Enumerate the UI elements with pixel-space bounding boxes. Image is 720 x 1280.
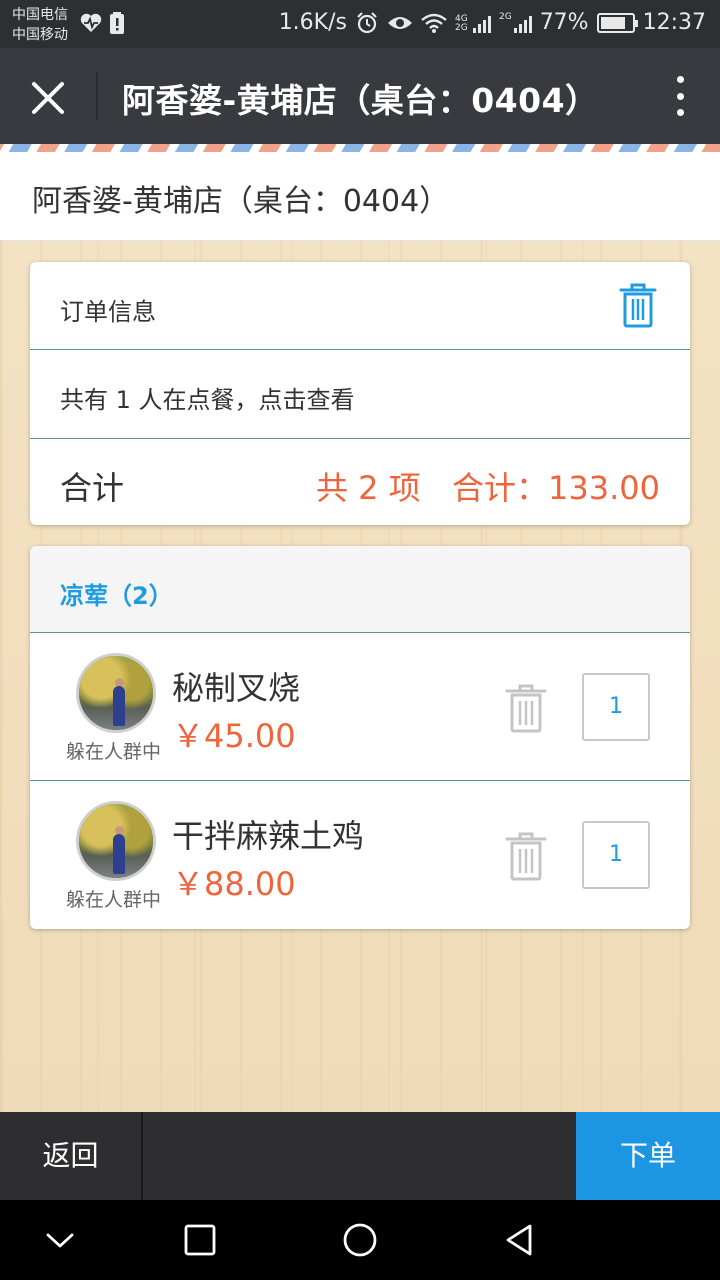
dish-price: ￥88.00 xyxy=(172,865,296,903)
sim-alert-icon xyxy=(110,12,124,34)
eye-icon xyxy=(387,16,412,29)
shop-header: 阿香婆-黄埔店（桌台：0404） xyxy=(0,152,720,241)
carrier-1: 中国电信 xyxy=(12,7,68,23)
orderer-name: 躲在人群中 xyxy=(66,741,162,763)
quantity-input[interactable]: 1 xyxy=(582,821,650,889)
network-type-2: 2G xyxy=(498,11,512,22)
avatar xyxy=(76,801,156,881)
shop-name: 阿香婆-黄埔店（桌台：0404） xyxy=(32,184,450,219)
category-header: 凉荤（2） xyxy=(30,546,690,633)
battery-percent: 77% xyxy=(539,10,589,35)
airmail-stripe xyxy=(0,144,720,152)
back-icon[interactable] xyxy=(500,1220,540,1260)
system-nav-bar xyxy=(0,1200,720,1280)
list-item: 躲在人群中 干拌麻辣土鸡 ￥88.00 1 xyxy=(30,781,690,929)
diners-row[interactable]: 共有 1 人在点餐，点击查看 xyxy=(30,350,690,439)
quantity-input[interactable]: 1 xyxy=(582,673,650,741)
wifi-icon xyxy=(421,13,447,33)
chevron-down-icon[interactable] xyxy=(40,1220,80,1260)
close-icon[interactable] xyxy=(24,74,72,122)
alarm-icon xyxy=(357,11,377,33)
recent-apps-icon[interactable] xyxy=(180,1220,220,1260)
total-row: 合计 共 2 项 合计：133.00 xyxy=(30,439,690,525)
signal-icon-2: 2G xyxy=(498,11,532,33)
page-title: 阿香婆-黄埔店（桌台：0404） xyxy=(122,81,599,120)
dish-name: 干拌麻辣土鸡 xyxy=(172,817,365,855)
carrier-2: 中国移动 xyxy=(12,27,68,43)
category-label: 凉荤（2） xyxy=(60,582,173,610)
home-icon[interactable] xyxy=(340,1220,380,1260)
status-bar: 中国电信 中国移动 1.6K/s 4G 2G 2G 77% 12:37 xyxy=(0,0,720,48)
place-order-button[interactable]: 下单 xyxy=(576,1112,720,1200)
trash-icon[interactable] xyxy=(618,282,658,328)
title-bar: 阿香婆-黄埔店（桌台：0404） xyxy=(0,48,720,144)
net-speed: 1.6K/s xyxy=(278,10,347,35)
status-icons-left xyxy=(80,12,124,34)
diners-text[interactable]: 共有 1 人在点餐，点击查看 xyxy=(60,380,355,415)
delete-item-icon[interactable] xyxy=(504,683,548,733)
more-vertical-icon[interactable] xyxy=(670,76,690,116)
dish-name: 秘制叉烧 xyxy=(172,669,301,707)
heart-rate-icon xyxy=(80,13,102,32)
dish-price: ￥45.00 xyxy=(172,717,296,755)
total-label: 合计 xyxy=(60,469,125,507)
delete-item-icon[interactable] xyxy=(504,831,548,881)
title-divider xyxy=(96,72,98,120)
orderer-name: 躲在人群中 xyxy=(66,889,162,911)
order-info-card: 订单信息 共有 1 人在点餐，点击查看 合计 共 2 项 合计：133.00 xyxy=(30,262,690,525)
carrier-info: 中国电信 中国移动 xyxy=(12,5,68,45)
action-bar: 返回 下单 xyxy=(0,1112,720,1200)
item-count: 共 2 项 xyxy=(316,469,421,507)
order-info-row: 订单信息 xyxy=(30,262,690,350)
battery-icon xyxy=(596,12,638,33)
total-amount: 合计：133.00 xyxy=(452,469,660,507)
status-icons-right: 1.6K/s 4G 2G 2G 77% 12:37 xyxy=(279,10,706,35)
list-item: 躲在人群中 秘制叉烧 ￥45.00 1 xyxy=(30,633,690,781)
back-button[interactable]: 返回 xyxy=(0,1112,143,1200)
category-card: 凉荤（2） 躲在人群中 秘制叉烧 ￥45.00 1 躲在人群中 干拌麻辣土鸡 ￥… xyxy=(30,546,690,929)
clock: 12:37 xyxy=(642,10,706,35)
avatar xyxy=(76,653,156,733)
order-info-label: 订单信息 xyxy=(60,298,156,326)
network-type-1: 4G 2G xyxy=(454,13,468,33)
signal-icon-1: 4G 2G xyxy=(455,13,491,33)
